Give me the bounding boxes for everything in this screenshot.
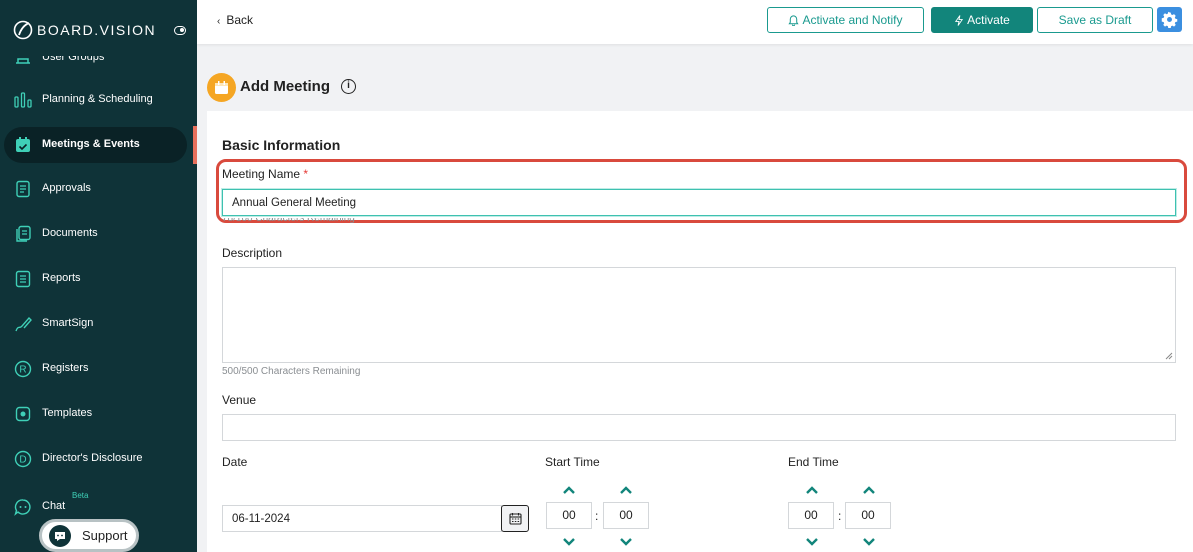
date-label: Date — [222, 455, 248, 469]
calendar-icon — [16, 137, 30, 152]
venue-input[interactable] — [222, 414, 1176, 441]
chat-icon — [14, 499, 31, 516]
gear-icon — [1161, 11, 1178, 28]
sidebar-item-label: Documents — [42, 227, 98, 239]
activate-notify-button[interactable]: Activate and Notify — [767, 7, 924, 33]
end-minute-input[interactable]: 00 — [845, 502, 891, 529]
sidebar-item-planning[interactable]: Planning & Scheduling — [0, 82, 197, 118]
end-minute-down-icon[interactable] — [862, 537, 876, 547]
start-hour-down-icon[interactable] — [562, 537, 576, 547]
sidebar-item-label: Reports — [42, 272, 81, 284]
support-button[interactable]: Support — [39, 519, 139, 552]
sidebar-item-label: Planning & Scheduling — [42, 93, 153, 105]
support-label: Support — [82, 528, 128, 543]
start-hour-input[interactable]: 00 — [546, 502, 592, 529]
time-separator: : — [838, 509, 842, 523]
date-input[interactable] — [222, 505, 502, 532]
section-title: Basic Information — [222, 137, 341, 153]
save-draft-label: Save as Draft — [1058, 13, 1132, 27]
start-time-label: Start Time — [545, 455, 600, 469]
bell-icon — [788, 15, 800, 27]
sidebar-item-label: Approvals — [42, 182, 91, 194]
reports-icon — [15, 270, 31, 288]
description-textarea[interactable] — [222, 267, 1176, 363]
settings-button[interactable] — [1157, 7, 1182, 32]
sidebar-item-label: Templates — [42, 407, 93, 419]
meeting-name-char-count: 78/100 Characters Remaining — [222, 218, 355, 224]
sidebar-item-label: Meetings & Events — [42, 138, 140, 150]
time-separator: : — [595, 509, 599, 523]
info-icon[interactable]: i — [341, 79, 356, 94]
active-nav-marker — [193, 126, 197, 164]
resize-handle-icon[interactable] — [1165, 352, 1173, 360]
back-label: Back — [226, 13, 254, 27]
end-hour-down-icon[interactable] — [805, 537, 819, 547]
description-char-count: 500/500 Characters Remaining — [222, 366, 361, 377]
logo-icon — [13, 20, 33, 40]
sidebar-item-disclosure[interactable]: D Director's Disclosure — [0, 441, 197, 477]
lightning-icon — [955, 15, 964, 26]
smartsign-icon — [15, 316, 32, 332]
required-mark: * — [303, 167, 309, 181]
sidebar-item-templates[interactable]: Templates — [0, 396, 197, 432]
sidebar-item-meetings[interactable]: Meetings & Events — [4, 127, 187, 163]
sidebar-item-approvals[interactable]: Approvals — [0, 171, 197, 207]
approvals-icon — [16, 180, 30, 198]
page-title: Add Meeting — [240, 78, 330, 95]
sidebar-item-documents[interactable]: Documents — [0, 216, 197, 252]
start-minute-input[interactable]: 00 — [603, 502, 649, 529]
sidebar-item-label: Registers — [42, 362, 89, 374]
top-bar: ‹ Back Activate and Notify Activate Save … — [197, 0, 1193, 44]
sidebar-toggle-icon[interactable] — [174, 26, 186, 35]
date-picker-button[interactable] — [501, 505, 529, 532]
save-draft-button[interactable]: Save as Draft — [1037, 7, 1153, 33]
sidebar-item-smartsign[interactable]: SmartSign — [0, 306, 197, 342]
svg-text:R: R — [19, 365, 26, 376]
brand-name: BOARD.VISION — [37, 22, 157, 38]
beta-badge: Beta — [72, 491, 89, 500]
meeting-name-label-text: Meeting Name — [222, 167, 301, 181]
sidebar-item-reports[interactable]: Reports — [0, 261, 197, 297]
meeting-name-input[interactable] — [222, 189, 1176, 216]
end-hour-input[interactable]: 00 — [788, 502, 834, 529]
back-button[interactable]: ‹ Back — [217, 13, 253, 27]
end-minute-up-icon[interactable] — [862, 485, 876, 495]
svg-text:D: D — [19, 455, 26, 466]
brand-header: BOARD.VISION — [0, 0, 197, 56]
chevron-left-icon: ‹ — [217, 16, 221, 27]
start-minute-up-icon[interactable] — [619, 485, 633, 495]
templates-icon — [15, 406, 31, 422]
sidebar-item-registers[interactable]: R Registers — [0, 351, 197, 387]
form-card: Basic Information Meeting Name * 78/100 … — [207, 111, 1193, 552]
disclosure-icon: D — [14, 450, 32, 468]
meeting-calendar-icon — [207, 73, 236, 102]
registers-icon: R — [14, 360, 32, 378]
sidebar-item-label: Chat — [42, 500, 66, 512]
end-hour-up-icon[interactable] — [805, 485, 819, 495]
meeting-name-label: Meeting Name * — [222, 167, 308, 181]
calendar-picker-icon — [509, 513, 522, 525]
venue-label: Venue — [222, 393, 257, 407]
sidebar-item-label: SmartSign — [42, 317, 94, 329]
start-hour-up-icon[interactable] — [562, 485, 576, 495]
sidebar-item-label: Director's Disclosure — [42, 452, 143, 464]
sidebar: User Groups BOARD.VISION Planning & Sche… — [0, 0, 197, 552]
description-label: Description — [222, 246, 283, 260]
planning-icon — [14, 92, 32, 108]
activate-label: Activate — [967, 13, 1010, 27]
start-minute-down-icon[interactable] — [619, 537, 633, 547]
support-chat-icon — [49, 525, 71, 547]
activate-notify-label: Activate and Notify — [802, 13, 903, 27]
activate-button[interactable]: Activate — [931, 7, 1033, 33]
end-time-label: End Time — [788, 455, 839, 469]
documents-icon — [16, 225, 31, 242]
